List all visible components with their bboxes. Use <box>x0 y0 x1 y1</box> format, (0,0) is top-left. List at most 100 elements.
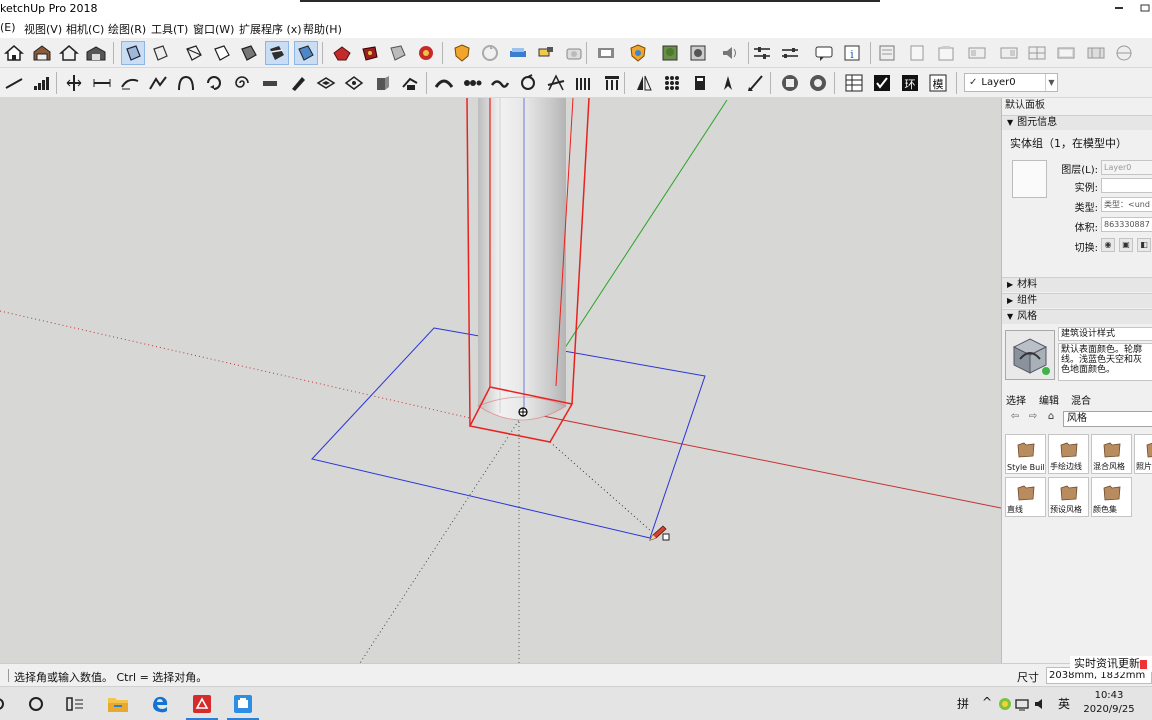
sliders-alt-button[interactable] <box>778 41 802 65</box>
forward-arrow-icon[interactable]: ⇨ <box>1026 410 1040 424</box>
tree-button[interactable] <box>658 41 682 65</box>
network-icon[interactable] <box>1013 692 1031 716</box>
eye-button[interactable] <box>806 71 830 95</box>
minimize-icon[interactable] <box>1114 4 1124 12</box>
broom-button[interactable] <box>744 71 768 95</box>
shaded-button[interactable] <box>237 41 261 65</box>
style-name-field[interactable]: 建筑设计样式 <box>1058 327 1152 341</box>
globe-button[interactable] <box>1112 41 1136 65</box>
book-button[interactable] <box>688 71 712 95</box>
windows-start-icon[interactable] <box>0 692 14 716</box>
line-button[interactable] <box>2 71 26 95</box>
menu-camera[interactable]: 相机(C) <box>66 21 104 37</box>
bar-graph-button[interactable] <box>30 71 54 95</box>
tab-edit[interactable]: 编辑 <box>1039 392 1059 407</box>
recorder-app-icon[interactable] <box>231 692 255 716</box>
style-collection-select[interactable]: 风格 <box>1063 411 1152 427</box>
wireframe-button[interactable] <box>182 41 206 65</box>
environment-button[interactable]: 环 <box>898 71 922 95</box>
wechat-tray-icon[interactable] <box>996 692 1014 716</box>
barn-button[interactable] <box>84 41 108 65</box>
dimension-button[interactable] <box>90 71 114 95</box>
maximize-icon[interactable] <box>1140 4 1150 12</box>
volume-icon[interactable] <box>1031 692 1049 716</box>
dots-button[interactable] <box>660 71 684 95</box>
sandbox-button[interactable] <box>506 41 530 65</box>
sketchup-app-icon[interactable] <box>190 692 214 716</box>
spiral-button[interactable] <box>230 71 254 95</box>
model-button[interactable]: 模 <box>926 71 950 95</box>
monochrome-button[interactable] <box>294 41 318 65</box>
component-shield-button[interactable] <box>450 41 474 65</box>
pointer-button[interactable] <box>716 71 740 95</box>
offset-button[interactable] <box>314 71 338 95</box>
arc-tool-button[interactable] <box>174 71 198 95</box>
strike-button[interactable] <box>544 71 568 95</box>
hidden-toggle-icon[interactable]: ◉ <box>1101 238 1115 252</box>
window-alt-button[interactable] <box>997 41 1021 65</box>
system-clock[interactable]: 10:43 2020/9/25 <box>1066 689 1152 717</box>
style-thumbnail[interactable] <box>1005 330 1055 380</box>
warehouse-ruby-button[interactable] <box>330 41 354 65</box>
sound-button[interactable] <box>718 41 742 65</box>
task-view-icon[interactable] <box>63 692 87 716</box>
components-header[interactable]: ▶ 组件 <box>1002 293 1152 308</box>
rotate-button[interactable] <box>202 71 226 95</box>
menu-window[interactable]: 窗口(W) <box>193 21 234 37</box>
dynamic-component-button[interactable] <box>534 41 558 65</box>
collection-item[interactable]: 手绘边线 <box>1048 434 1089 474</box>
xray-cube-button[interactable] <box>121 41 145 65</box>
film-button[interactable] <box>1054 41 1078 65</box>
style-description[interactable]: 默认表面颜色。轮廓线。浅蓝色天空和灰色地面颜色。 <box>1058 343 1152 381</box>
materials-header[interactable]: ▶ 材料 <box>1002 277 1152 292</box>
type-field[interactable]: 类型：<und <box>1101 197 1152 212</box>
collection-item[interactable]: 直线 <box>1005 477 1046 517</box>
menu-view[interactable]: 视图(V) <box>24 21 62 37</box>
extension-warehouse-button[interactable] <box>414 41 438 65</box>
swirl-button[interactable] <box>516 71 540 95</box>
chevron-down-icon[interactable]: ▼ <box>1045 74 1057 91</box>
collection-item[interactable]: 颜色集 <box>1091 477 1132 517</box>
solid-tools-button[interactable] <box>626 41 650 65</box>
menu-help[interactable]: 帮助(H) <box>303 21 342 37</box>
record-button[interactable] <box>778 71 802 95</box>
loop-button[interactable] <box>460 71 484 95</box>
shadow-toggle-icon[interactable]: ◧ <box>1137 238 1151 252</box>
tab-select[interactable]: 选择 <box>1006 392 1026 407</box>
move-split-button[interactable] <box>62 71 86 95</box>
back-arrow-icon[interactable]: ⇦ <box>1008 410 1022 424</box>
cortana-search-icon[interactable] <box>24 692 48 716</box>
camera-button[interactable] <box>562 41 586 65</box>
back-edges-button[interactable] <box>148 41 172 65</box>
instance-field[interactable] <box>1101 178 1152 193</box>
grid-button[interactable] <box>572 71 596 95</box>
collection-item[interactable]: 预设风格 <box>1048 477 1089 517</box>
extension-manager-button[interactable] <box>358 41 382 65</box>
close-badge-icon[interactable] <box>1140 659 1147 669</box>
page-button[interactable] <box>905 41 929 65</box>
sliders-button[interactable] <box>750 41 774 65</box>
ime-mode-indicator[interactable]: 拼 <box>957 695 969 712</box>
layer-dropdown[interactable]: ✓ Layer0 ▼ <box>964 73 1058 92</box>
layout-button[interactable] <box>386 41 410 65</box>
menu-edit[interactable]: (E) <box>0 21 16 34</box>
window-grid-button[interactable] <box>1025 41 1049 65</box>
shaded-texture-button[interactable] <box>265 41 289 65</box>
scene-canvas[interactable] <box>0 98 1001 663</box>
curve-button[interactable] <box>118 71 142 95</box>
home-button[interactable] <box>2 41 26 65</box>
offset-alt-button[interactable] <box>342 71 366 95</box>
entity-info-header[interactable]: ▼ 图元信息 <box>1002 115 1152 130</box>
photo-match-button[interactable] <box>594 41 618 65</box>
curve-alt-button[interactable] <box>146 71 170 95</box>
columns-button[interactable] <box>600 71 624 95</box>
collection-item[interactable]: Style Buil <box>1005 434 1046 474</box>
table-button[interactable] <box>842 71 866 95</box>
drawing-viewport[interactable] <box>0 98 1001 663</box>
warehouse-button[interactable] <box>30 41 54 65</box>
hidden-line-button[interactable] <box>210 41 234 65</box>
entity-layer-field[interactable]: Layer0 <box>1101 160 1152 175</box>
material-swatch[interactable] <box>1012 160 1047 198</box>
menu-tools[interactable]: 工具(T) <box>151 21 188 37</box>
edge-browser-icon[interactable] <box>148 692 172 716</box>
